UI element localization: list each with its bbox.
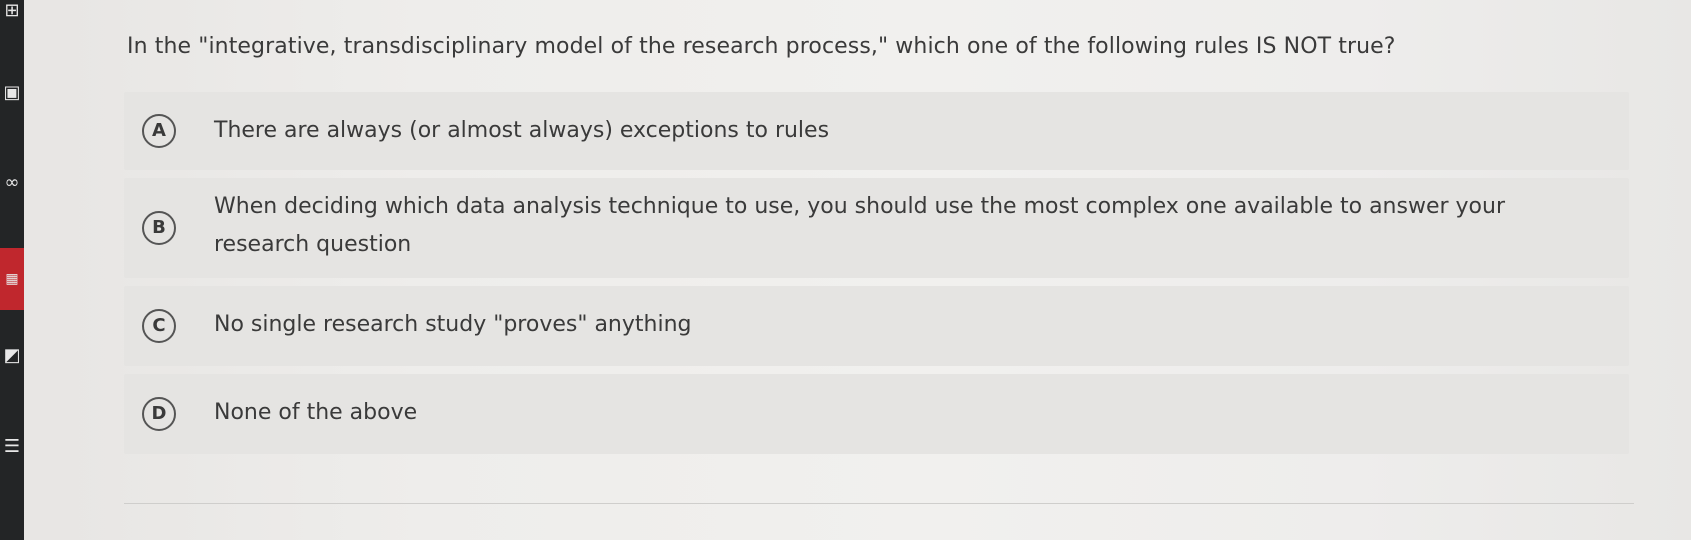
question-text: In the "integrative, transdisciplinary m… (127, 34, 1396, 59)
chart-icon[interactable]: ◩ (0, 345, 24, 367)
answer-option-c[interactable]: C No single research study "proves" anyt… (124, 286, 1629, 366)
option-text: There are always (or almost always) exce… (214, 118, 830, 143)
option-text: When deciding which data analysis techni… (214, 194, 1505, 257)
answer-option-d[interactable]: D None of the above (124, 374, 1629, 454)
answer-option-b[interactable]: B When deciding which data analysis tech… (124, 178, 1629, 278)
answer-option-a[interactable]: A There are always (or almost always) ex… (124, 92, 1629, 170)
option-letter-badge: A (142, 114, 176, 148)
calculator-icon[interactable]: ⊞ (0, 0, 24, 22)
option-letter-badge: C (142, 309, 176, 343)
answer-options: A There are always (or almost always) ex… (124, 92, 1629, 462)
tools-icon[interactable]: ∞ (0, 172, 24, 194)
grid-icon[interactable]: ▦ (0, 248, 24, 310)
option-letter-badge: D (142, 397, 176, 431)
option-text: No single research study "proves" anythi… (214, 312, 692, 337)
left-toolbar: ⊞ ▣ ∞ ▦ ◩ ☰ (0, 0, 24, 540)
list-icon[interactable]: ☰ (0, 436, 24, 458)
document-icon[interactable]: ▣ (0, 82, 24, 104)
option-letter-badge: B (142, 211, 176, 245)
option-text: None of the above (214, 400, 418, 425)
divider (124, 503, 1634, 504)
